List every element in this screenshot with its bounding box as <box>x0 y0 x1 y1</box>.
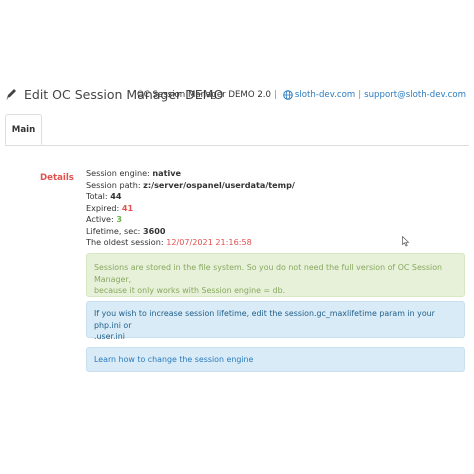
expired-value: 41 <box>121 202 134 213</box>
learn-engine-alert: Learn how to change the session engine <box>86 347 465 372</box>
globe-icon <box>283 90 293 100</box>
session-details: Session engine: native Session path: z:/… <box>86 168 295 249</box>
session-path-value: z:/server/ospanel/userdata/temp/ <box>143 179 295 190</box>
file-system-alert-line2: because it only works with Session engin… <box>94 286 286 295</box>
separator: | <box>274 90 277 100</box>
site-link[interactable]: sloth-dev.com <box>295 88 355 102</box>
lifetime-value: 3600 <box>142 225 166 236</box>
pencil-icon <box>6 89 16 100</box>
file-system-alert: Sessions are stored in the file system. … <box>86 253 465 297</box>
session-path-label: Session path: <box>86 179 141 190</box>
session-engine-value: native <box>152 168 182 178</box>
lifetime-info-line2: .user.ini <box>94 332 125 341</box>
expired-row: Expired: 41 <box>86 203 295 215</box>
file-system-alert-line1: Sessions are stored in the file system. … <box>94 263 443 284</box>
details-label: Details <box>40 173 74 183</box>
session-path-row: Session path: z:/server/ospanel/userdata… <box>86 180 295 192</box>
session-engine-label: Session engine: <box>86 168 150 178</box>
support-email-link[interactable]: support@sloth-dev.com <box>364 88 466 102</box>
module-version: OC Session Manager DEMO 2.0 <box>136 90 272 100</box>
total-value: 44 <box>110 191 122 201</box>
lifetime-info-line1: If you wish to increase session lifetime… <box>94 309 435 330</box>
page-header: Edit OC Session Manager DEMO OC Session … <box>5 86 469 104</box>
lifetime-label: Lifetime, sec: <box>86 225 141 236</box>
learn-engine-link[interactable]: Learn how to change the session engine <box>94 355 253 364</box>
expired-label: Expired: <box>86 202 120 213</box>
session-engine-row: Session engine: native <box>86 168 295 180</box>
active-row: Active: 3 <box>86 214 295 226</box>
module-meta: OC Session Manager DEMO 2.0 | sloth-dev.… <box>137 88 466 102</box>
total-label: Total: <box>86 191 108 201</box>
oldest-session-label: The oldest session: <box>86 237 164 247</box>
mouse-cursor-icon <box>402 236 410 247</box>
oldest-session-value: 12/07/2021 21:16:58 <box>166 237 252 247</box>
separator: | <box>358 90 362 100</box>
total-row: Total: 44 <box>86 191 295 203</box>
lifetime-info-alert: If you wish to increase session lifetime… <box>86 301 465 341</box>
lifetime-row: Lifetime, sec: 3600 <box>86 226 295 238</box>
oldest-session-row: The oldest session: 12/07/2021 21:16:58 <box>86 237 295 249</box>
tab-bar: Main <box>5 114 469 146</box>
active-value: 3 <box>116 214 122 224</box>
active-label: Active: <box>86 214 114 224</box>
tab-main[interactable]: Main <box>5 114 42 145</box>
